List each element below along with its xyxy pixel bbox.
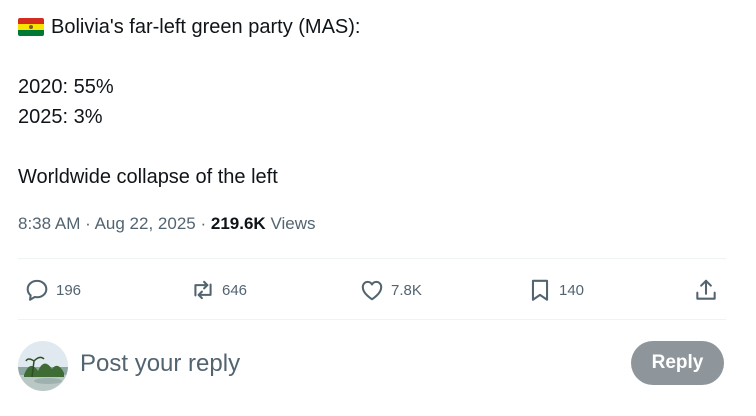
bookmark-icon	[531, 279, 549, 301]
bookmark-count: 140	[559, 281, 585, 299]
post-meta: 8:38 AM · Aug 22, 2025 · 219.6K Views	[18, 212, 315, 236]
reply-button[interactable]: Reply	[631, 341, 724, 385]
heart-icon	[361, 280, 383, 301]
views-count: 219.6K	[210, 214, 266, 233]
meta-separator: ·	[200, 214, 207, 233]
post-line-2025: 2025: 3%	[18, 106, 103, 128]
bolivia-flag-icon	[18, 18, 44, 36]
divider	[18, 258, 726, 259]
repost-count: 646	[222, 281, 248, 299]
views-label: Views	[270, 214, 316, 233]
post-text: Bolivia's far-left green party (MAS): 20…	[18, 12, 718, 192]
like-action-button[interactable]: 7.8K	[359, 270, 422, 310]
post-line-2020: 2020: 55%	[18, 76, 114, 98]
reply-count: 196	[56, 281, 82, 299]
bookmark-action-button[interactable]: 140	[527, 270, 584, 310]
divider	[18, 319, 726, 320]
post-title: Bolivia's far-left green party (MAS):	[51, 16, 361, 38]
reply-input[interactable]: Post your reply	[80, 346, 240, 382]
repost-icon	[194, 280, 212, 300]
action-bar: 196 646 7.8K 140	[18, 270, 726, 310]
meta-separator: ·	[85, 214, 91, 233]
avatar[interactable]	[18, 341, 68, 391]
share-icon	[696, 279, 716, 300]
share-action-button[interactable]	[693, 270, 719, 310]
repost-action-button[interactable]: 646	[190, 270, 247, 310]
post-line-conclusion: Worldwide collapse of the left	[18, 166, 278, 188]
like-count: 7.8K	[391, 281, 422, 299]
reply-action-button[interactable]: 196	[24, 270, 81, 310]
avatar-image	[18, 341, 68, 391]
post-date[interactable]: Aug 22, 2025	[95, 214, 196, 233]
reply-icon	[26, 279, 48, 301]
post-line-1: Bolivia's far-left green party (MAS):	[18, 12, 718, 42]
post-time[interactable]: 8:38 AM	[18, 214, 80, 233]
